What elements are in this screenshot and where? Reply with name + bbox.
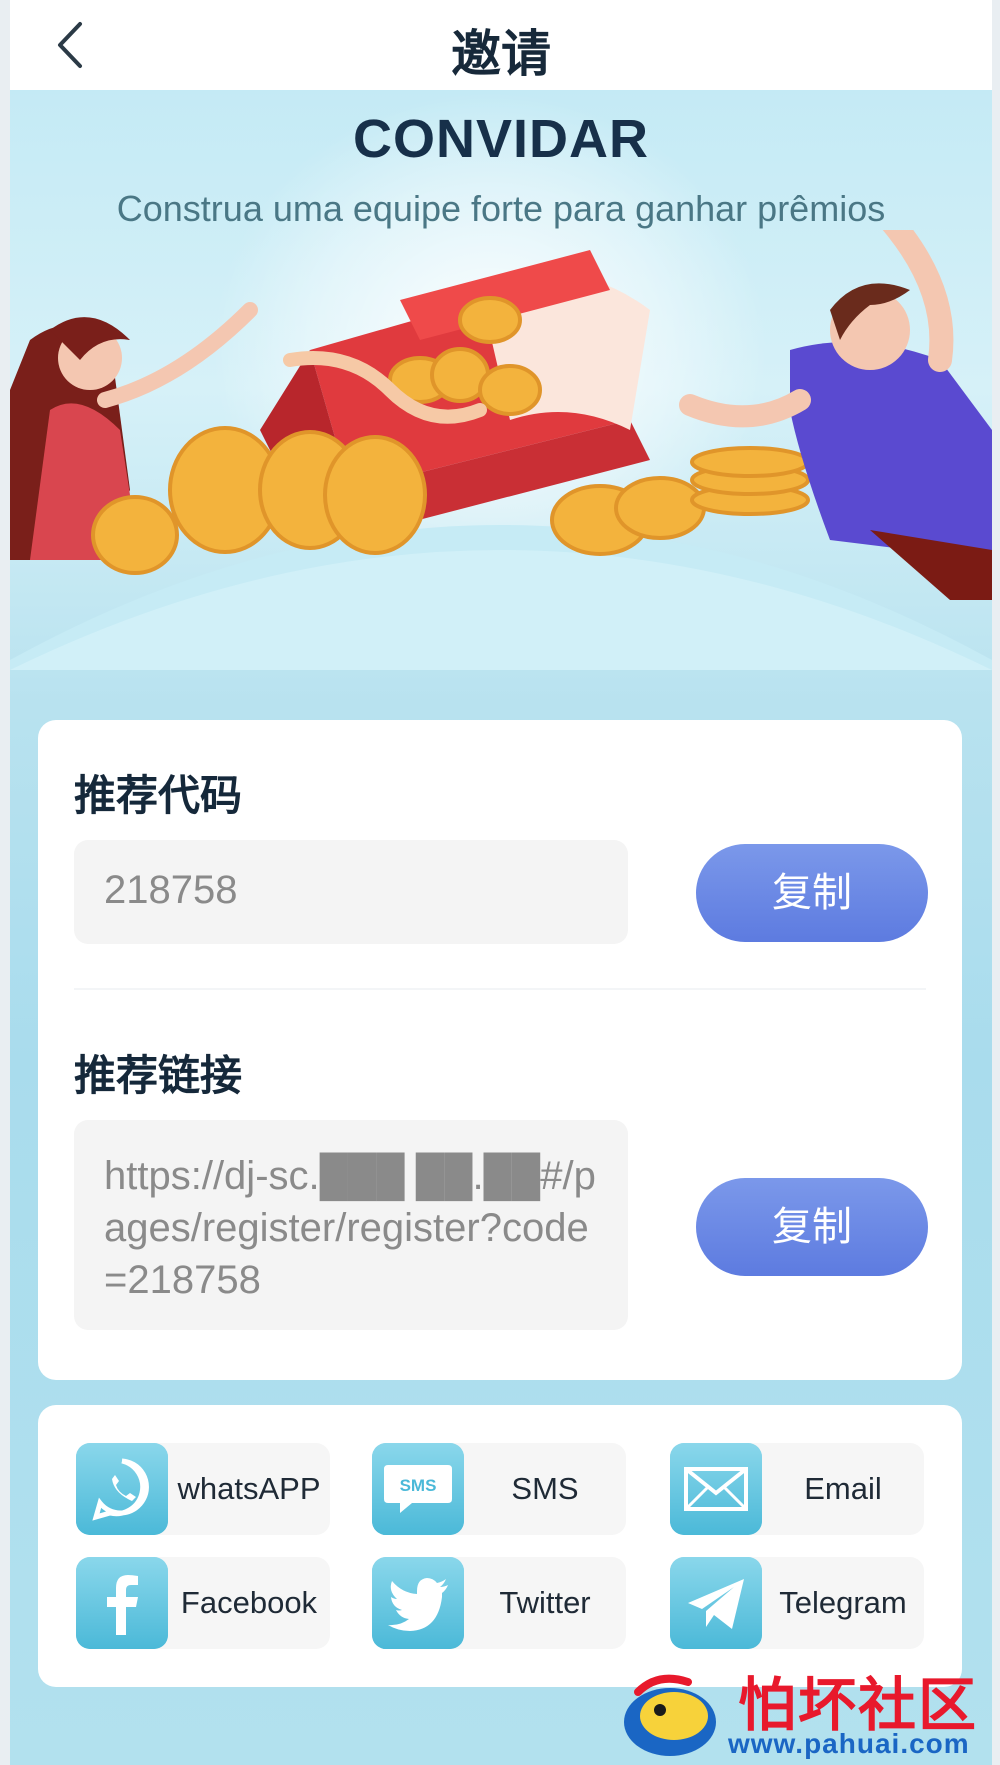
telegram-icon xyxy=(670,1557,762,1649)
share-whatsapp[interactable]: whatsAPP xyxy=(76,1443,330,1535)
reward-illustration xyxy=(10,230,992,670)
share-sms[interactable]: SMS SMS xyxy=(372,1443,626,1535)
share-card: whatsAPP SMS SMS Email Facebook Twitter … xyxy=(38,1405,962,1687)
referral-link-field: https://dj-sc.███ ██.██#/pages/register/… xyxy=(74,1120,628,1330)
referral-code-field: 218758 xyxy=(74,840,628,944)
hero-subtitle: Construa uma equipe forte para ganhar pr… xyxy=(116,188,886,229)
sms-icon: SMS xyxy=(372,1443,464,1535)
man-figure xyxy=(679,230,992,600)
share-email[interactable]: Email xyxy=(670,1443,924,1535)
share-twitter[interactable]: Twitter xyxy=(372,1557,626,1649)
copy-code-button[interactable]: 复制 xyxy=(696,844,928,942)
fish-logo-icon xyxy=(624,1674,716,1756)
referral-card: 推荐代码 218758 复制 推荐链接 https://dj-sc.███ ██… xyxy=(38,720,962,1380)
copy-link-button[interactable]: 复制 xyxy=(696,1178,928,1276)
invite-page: 邀请 CONVIDAR Construa uma equipe forte pa… xyxy=(10,0,992,1765)
share-label: Facebook xyxy=(180,1585,318,1620)
site-watermark: 怕坏社区 www.pahuai.com xyxy=(618,1658,992,1765)
divider xyxy=(74,988,926,990)
facebook-icon xyxy=(76,1557,168,1649)
referral-code-label: 推荐代码 xyxy=(74,771,243,820)
share-telegram[interactable]: Telegram xyxy=(670,1557,924,1649)
share-label: Telegram xyxy=(779,1585,907,1620)
hero-title: CONVIDAR xyxy=(352,109,649,169)
whatsapp-icon xyxy=(76,1443,168,1535)
share-label: whatsAPP xyxy=(177,1471,321,1506)
referral-link-label: 推荐链接 xyxy=(74,1051,243,1100)
share-label: Email xyxy=(804,1471,882,1506)
twitter-icon xyxy=(372,1557,464,1649)
sms-icon-text: SMS xyxy=(400,1476,437,1495)
share-label: SMS xyxy=(511,1471,579,1506)
page-title: 邀请 xyxy=(451,25,551,83)
share-label: Twitter xyxy=(499,1585,591,1620)
email-icon xyxy=(670,1443,762,1535)
share-facebook[interactable]: Facebook xyxy=(76,1557,330,1649)
watermark-url: www.pahuai.com xyxy=(728,1728,970,1759)
top-bar: 邀请 xyxy=(10,0,992,90)
